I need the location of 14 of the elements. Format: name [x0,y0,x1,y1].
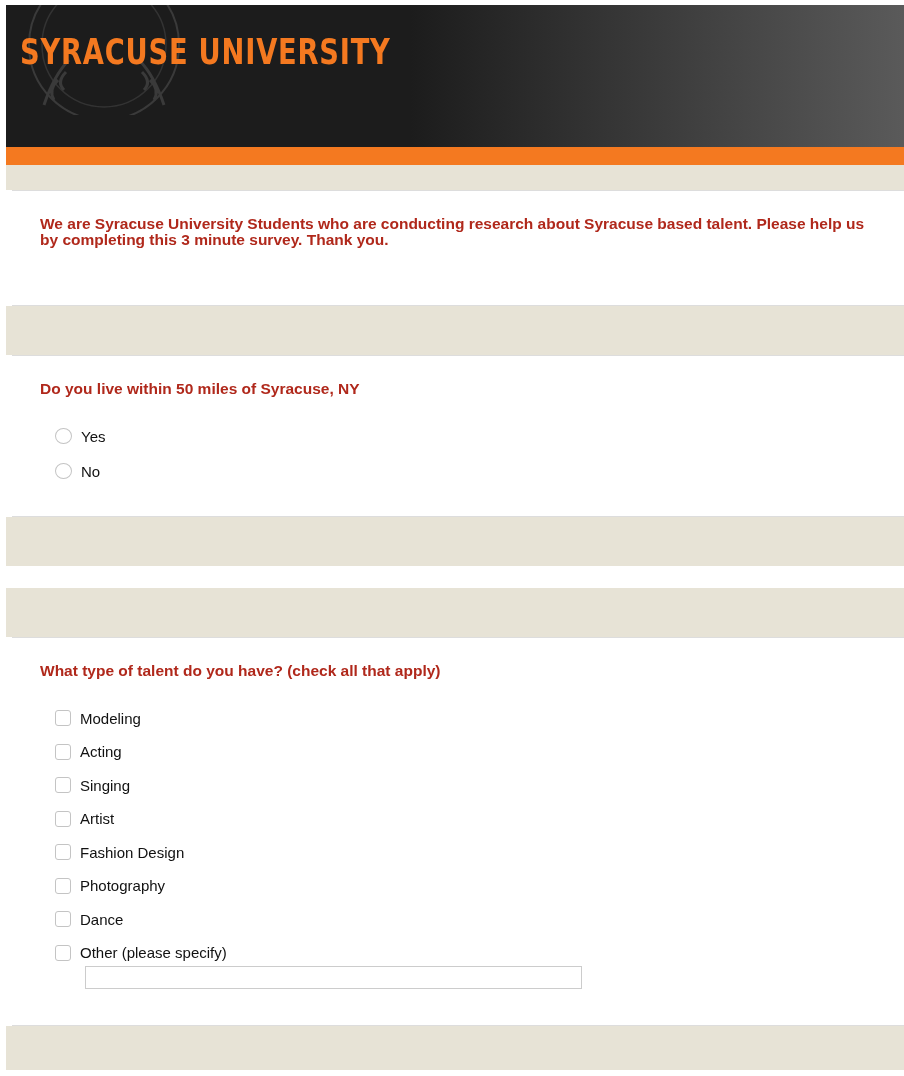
option-label: Photography [80,877,166,894]
university-logo-text: SYRACUSE UNIVERSITY [20,32,391,72]
option-label: Singing [80,776,131,794]
option-label: Artist [80,810,115,827]
option-label: Modeling [80,709,141,727]
option-label: Yes [81,427,106,445]
intro-text: We are Syracuse University Students who are conducting research about Syracuse based talent. Please help us by completing this 3 minute survey. Thank you. [40,216,866,248]
question-title: What type of talent do you have? (check all that apply) [40,663,442,679]
option-label: Acting [80,743,122,760]
option-label: Dance [80,910,124,928]
option-label: No [81,462,101,480]
option-label: Other (please specify) [80,944,227,961]
question-title: Do you live within 50 miles of Syracuse, NY [40,381,361,397]
option-label: Fashion Design [80,843,185,861]
